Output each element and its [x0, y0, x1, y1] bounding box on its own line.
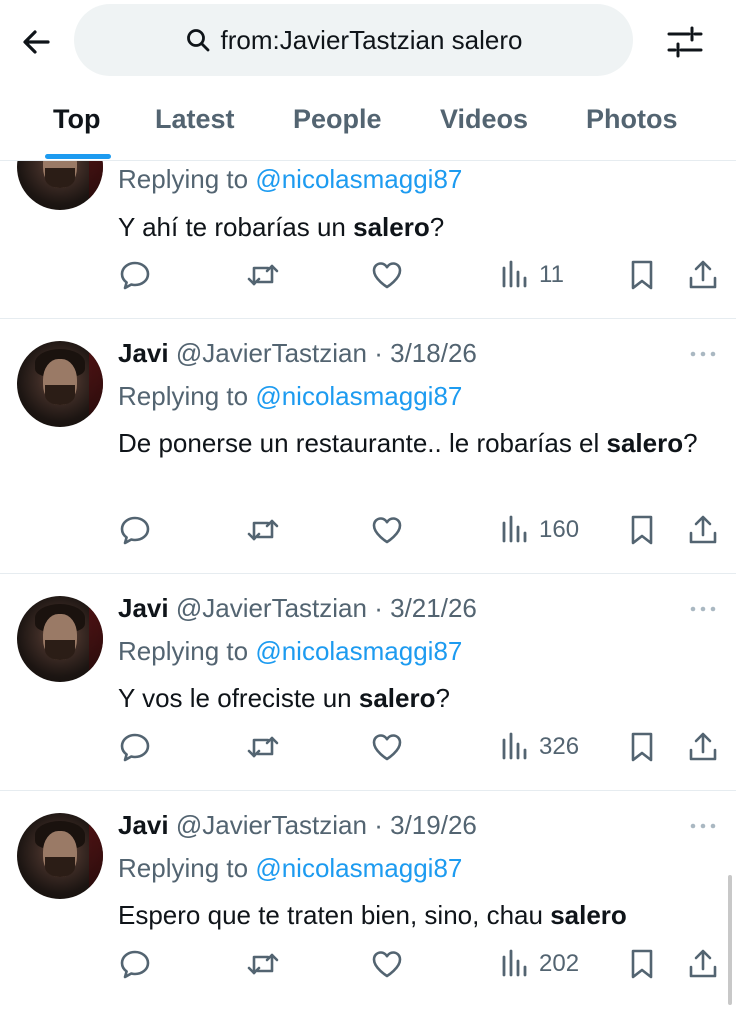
- tweet-actions: 326: [0, 730, 736, 770]
- retweet-icon[interactable]: [245, 947, 281, 983]
- tweet-actions: 202: [0, 947, 736, 987]
- reply-to-handle-link[interactable]: @nicolasmaggi87: [255, 164, 462, 194]
- tweet-text: De ponerse un restaurante.. le robarías …: [118, 424, 698, 462]
- tab-people[interactable]: People: [293, 104, 382, 135]
- tweet[interactable]: Javi @JavierTastzian · 3/19/26 Replying …: [0, 791, 736, 1019]
- views-bar-chart-icon[interactable]: [500, 513, 536, 549]
- search-highlight: salero: [606, 428, 684, 458]
- user-name[interactable]: Javi: [118, 810, 169, 840]
- dot-separator: ·: [374, 810, 383, 840]
- share-icon[interactable]: [686, 513, 722, 549]
- tweet-text-part: ?: [429, 212, 445, 242]
- more-dots-icon[interactable]: [688, 816, 718, 836]
- reply-bubble-icon[interactable]: [118, 947, 154, 983]
- reply-to-handle-link[interactable]: @nicolasmaggi87: [255, 381, 462, 411]
- avatar[interactable]: [17, 341, 103, 427]
- tab-top[interactable]: Top: [53, 104, 100, 135]
- tweet-user-line: Javi @JavierTastzian · 3/18/26: [118, 338, 477, 369]
- views-count: 202: [539, 950, 580, 977]
- back-arrow-icon[interactable]: [18, 22, 58, 62]
- tweet-text-part: ?: [683, 428, 698, 458]
- search-icon: [185, 27, 211, 53]
- retweet-icon[interactable]: [245, 513, 281, 549]
- share-icon[interactable]: [686, 258, 722, 294]
- tweet-text-part: De ponerse un restaurante.. le robarías …: [118, 428, 607, 458]
- reply-to-handle-link[interactable]: @nicolasmaggi87: [255, 853, 462, 883]
- replying-to-line: Replying to @nicolasmaggi87: [118, 636, 462, 667]
- search-header: from:JavierTastzian salero Top Latest Pe…: [0, 0, 736, 161]
- replying-to-label: Replying to: [118, 381, 249, 411]
- tweet-date[interactable]: 3/19/26: [390, 810, 477, 840]
- more-dots-icon[interactable]: [688, 599, 718, 619]
- views-count: 326: [539, 733, 580, 760]
- search-query: from:JavierTastzian salero: [220, 24, 523, 55]
- avatar[interactable]: [17, 813, 103, 899]
- bookmark-icon[interactable]: [627, 947, 663, 983]
- user-handle[interactable]: @JavierTastzian: [176, 593, 367, 623]
- reply-bubble-icon[interactable]: [118, 730, 154, 766]
- tweet-actions: 11: [0, 258, 736, 298]
- search-highlight: salero: [358, 683, 436, 713]
- bookmark-icon[interactable]: [627, 513, 663, 549]
- user-handle[interactable]: @JavierTastzian: [176, 338, 367, 368]
- search-highlight: salero: [353, 212, 430, 242]
- tweet-text: Y ahí te robarías un salero?: [118, 208, 698, 246]
- views-count: 160: [539, 516, 580, 543]
- heart-icon[interactable]: [370, 947, 406, 983]
- share-icon[interactable]: [686, 730, 722, 766]
- views-count: 11: [539, 261, 564, 288]
- reply-bubble-icon[interactable]: [118, 258, 154, 294]
- reply-bubble-icon[interactable]: [118, 513, 154, 549]
- user-name[interactable]: Javi: [118, 338, 169, 368]
- tab-latest[interactable]: Latest: [155, 104, 235, 135]
- dot-separator: ·: [374, 593, 383, 623]
- scrollbar[interactable]: [728, 875, 732, 1005]
- heart-icon[interactable]: [370, 730, 406, 766]
- heart-icon[interactable]: [370, 258, 406, 294]
- replying-to-line: Replying to @nicolasmaggi87: [118, 164, 462, 195]
- retweet-icon[interactable]: [245, 258, 281, 294]
- search-highlight: salero: [550, 900, 627, 930]
- tweet-text: Y vos le ofreciste un salero?: [118, 679, 698, 717]
- replying-to-label: Replying to: [118, 164, 249, 194]
- tweet-text: Espero que te traten bien, sino, chau sa…: [118, 896, 698, 934]
- reply-to-handle-link[interactable]: @nicolasmaggi87: [255, 636, 462, 666]
- sliders-icon[interactable]: [665, 22, 705, 62]
- views-bar-chart-icon[interactable]: [500, 258, 536, 294]
- retweet-icon[interactable]: [245, 730, 281, 766]
- tweet-text-part: ?: [435, 683, 450, 713]
- tweet-user-line: Javi @JavierTastzian · 3/19/26: [118, 810, 477, 841]
- dot-separator: ·: [374, 338, 383, 368]
- heart-icon[interactable]: [370, 513, 406, 549]
- search-tabs: Top Latest People Videos Photos: [0, 92, 736, 160]
- tweet-date[interactable]: 3/18/26: [390, 338, 477, 368]
- tab-photos[interactable]: Photos: [586, 104, 678, 135]
- replying-to-line: Replying to @nicolasmaggi87: [118, 853, 462, 884]
- tweet-user-line: Javi @JavierTastzian · 3/21/26: [118, 593, 477, 624]
- user-name[interactable]: Javi: [118, 593, 169, 623]
- avatar[interactable]: [17, 596, 103, 682]
- replying-to-label: Replying to: [118, 853, 249, 883]
- views-bar-chart-icon[interactable]: [500, 947, 536, 983]
- tweet[interactable]: Javi @JavierTastzian · 3/18/26 Replying …: [0, 319, 736, 573]
- replying-to-label: Replying to: [118, 636, 249, 666]
- tweet-text-part: Y vos le ofreciste un: [118, 683, 359, 713]
- tweet-text-part: Espero que te traten bien, sino, chau: [118, 900, 551, 930]
- bookmark-icon[interactable]: [627, 730, 663, 766]
- tweet-text-part: Y ahí te robarías un: [118, 212, 354, 242]
- share-icon[interactable]: [686, 947, 722, 983]
- tweet-date[interactable]: 3/21/26: [390, 593, 477, 623]
- views-bar-chart-icon[interactable]: [500, 730, 536, 766]
- tab-videos[interactable]: Videos: [440, 104, 528, 135]
- more-dots-icon[interactable]: [688, 344, 718, 364]
- search-input[interactable]: from:JavierTastzian salero: [74, 4, 633, 76]
- tweet[interactable]: Javi @JavierTastzian · 3/21/26 Replying …: [0, 574, 736, 790]
- active-tab-indicator: [45, 154, 111, 159]
- bookmark-icon[interactable]: [627, 258, 663, 294]
- replying-to-line: Replying to @nicolasmaggi87: [118, 381, 462, 412]
- user-handle[interactable]: @JavierTastzian: [176, 810, 367, 840]
- tweet-actions: 160: [0, 513, 736, 553]
